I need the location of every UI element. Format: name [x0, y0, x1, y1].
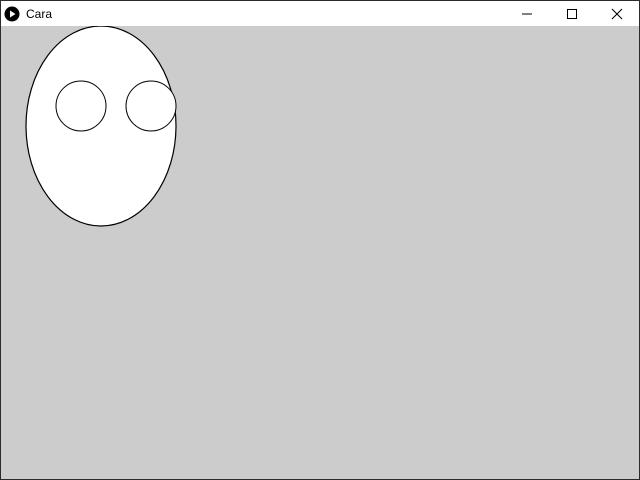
sketch-canvas[interactable]: [1, 25, 639, 479]
maximize-button[interactable]: [549, 1, 594, 26]
title-bar[interactable]: Cara: [1, 1, 639, 26]
window-title: Cara: [26, 6, 53, 21]
sketch-window: Cara: [0, 0, 640, 480]
right-eye-circle: [125, 80, 177, 132]
play-icon: [4, 6, 20, 22]
drawing-surface: [25, 25, 177, 227]
minimize-button[interactable]: [504, 1, 549, 26]
minimize-icon: [521, 13, 532, 14]
left-eye-circle: [55, 80, 107, 132]
maximize-icon: [566, 8, 577, 19]
close-icon: [611, 8, 622, 19]
window-controls: [504, 1, 639, 26]
close-button[interactable]: [594, 1, 639, 26]
